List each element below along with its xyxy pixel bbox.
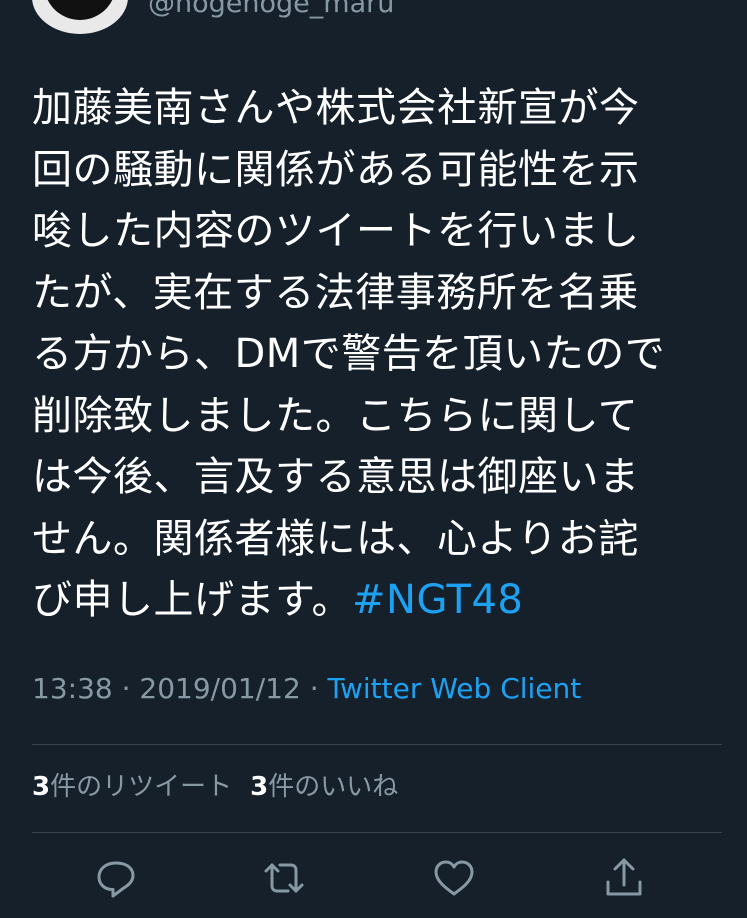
tweet-text: 加藤美南さんや株式会社新宣が今 回の騒動に関係がある可能性を示 唆した内容のツイ…	[32, 78, 712, 632]
tweet-detail-screen: @hogehoge_maru 加藤美南さんや株式会社新宣が今 回の騒動に関係があ…	[0, 0, 747, 918]
tweet-text-line: 唆した内容のツイートを行いまし	[32, 208, 640, 254]
tweet-text-line: たが、実在する法律事務所を名乗	[32, 269, 639, 316]
avatar[interactable]	[32, 0, 128, 34]
action-bar	[0, 852, 747, 904]
tweet-text-line: 回の騒動に関係がある可能性を示	[32, 146, 640, 193]
tweet-text-line: せん。関係者様には、心よりお詫	[32, 515, 639, 562]
tweet-date: 2019/01/12	[139, 672, 301, 705]
likes-count: 3	[250, 772, 269, 802]
retweet-button[interactable]	[258, 852, 310, 904]
tweet-meta: 13:38 · 2019/01/12 · Twitter Web Client	[32, 672, 581, 705]
like-icon	[434, 860, 474, 896]
avatar-image	[44, 0, 116, 20]
tweet-time: 13:38	[32, 672, 113, 705]
hashtag-link[interactable]: #NGT48	[352, 577, 523, 623]
retweets-label: 件のリツイート	[50, 772, 233, 802]
tweet-text-line: る方から、DMで警告を頂いたので	[32, 331, 666, 377]
reply-icon	[97, 861, 135, 898]
like-button[interactable]	[428, 852, 480, 904]
likes-label: 件のいいね	[268, 772, 399, 802]
share-icon	[606, 858, 642, 896]
share-button[interactable]	[598, 852, 650, 904]
meta-separator: ·	[300, 672, 328, 705]
tweet-text-line: び申し上げます。	[32, 577, 352, 623]
retweets-count: 3	[32, 772, 51, 802]
divider	[32, 744, 722, 745]
tweet-text-line: 削除致しました。こちらに関して	[32, 392, 639, 439]
divider	[32, 832, 722, 833]
client-link[interactable]: Twitter Web Client	[328, 672, 582, 705]
tweet-text-last-line: び申し上げます。#NGT48	[32, 570, 712, 632]
tweet-stats: 3件のリツイート 3件のいいね	[32, 766, 398, 803]
retweets-stat[interactable]: 3件のリツイート	[32, 772, 232, 802]
tweet-text-line: は今後、言及する意思は御座いま	[32, 454, 640, 500]
retweet-icon	[264, 863, 304, 893]
likes-stat[interactable]: 3件のいいね	[250, 772, 398, 802]
reply-button[interactable]	[90, 852, 142, 904]
tweet-text-line: 加藤美南さんや株式会社新宣が今	[32, 85, 640, 131]
user-handle[interactable]: @hogehoge_maru	[148, 0, 394, 19]
meta-separator: ·	[112, 672, 140, 705]
